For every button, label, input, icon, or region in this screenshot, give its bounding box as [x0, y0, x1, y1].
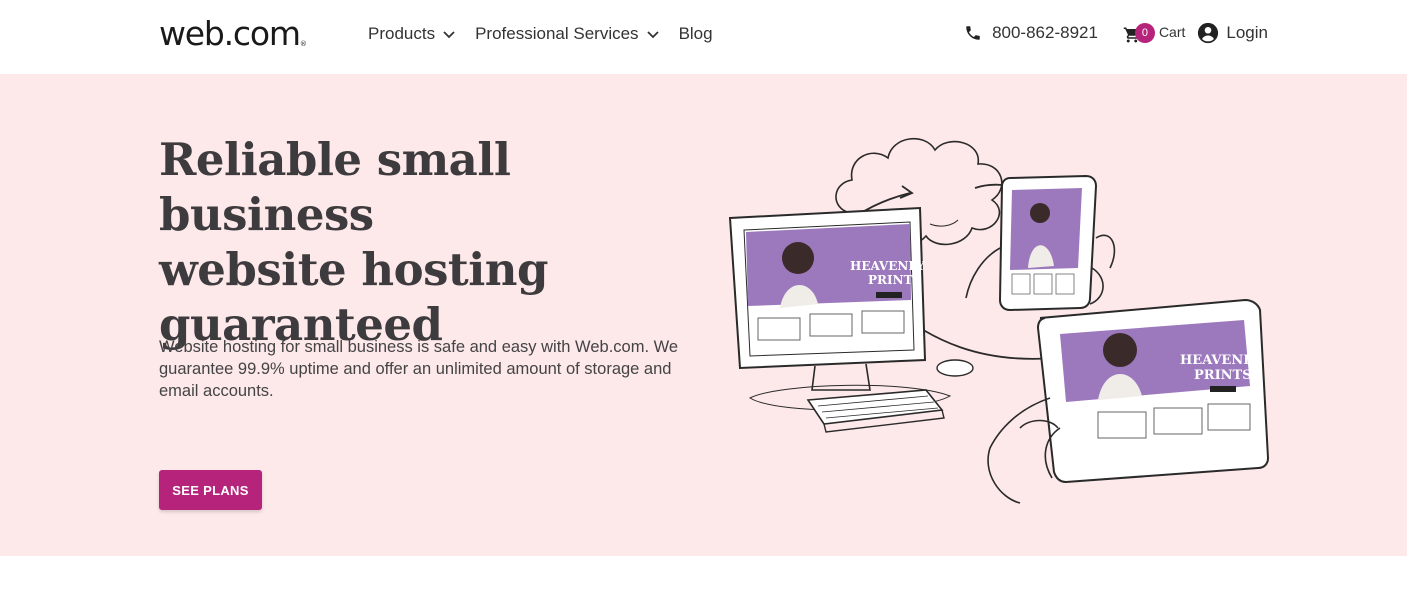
monitor-screen-title-1: HEAVENLY — [850, 259, 925, 273]
tablet-icon: HEAVENLY PRINTS — [987, 298, 1270, 504]
hero-description: Website hosting for small business is sa… — [159, 338, 679, 400]
hero-title: Reliable small business website hosting … — [159, 132, 699, 352]
login-label: Login — [1226, 23, 1268, 42]
nav-blog-label: Blog — [678, 24, 713, 43]
logo-registered-mark: ® — [299, 40, 307, 48]
nav-products[interactable]: Products — [368, 23, 456, 45]
phone-number: 800-862-8921 — [992, 23, 1098, 42]
hero-section: Reliable small business website hosting … — [0, 74, 1407, 556]
nav-professional-services-label: Professional Services — [475, 24, 639, 43]
hero-title-line: Reliable small business — [159, 133, 511, 241]
user-circle-icon — [1198, 22, 1219, 44]
logo[interactable]: web.com® — [159, 14, 307, 54]
cart-label: Cart — [1158, 24, 1186, 40]
nav-blog[interactable]: Blog — [679, 23, 713, 45]
main-nav: Products Professional Services Blog — [368, 23, 732, 45]
chevron-down-icon — [443, 31, 455, 39]
login-link[interactable]: Login — [1197, 22, 1268, 44]
nav-professional-services[interactable]: Professional Services — [475, 23, 659, 45]
mouse-icon — [936, 359, 974, 377]
keyboard-icon — [806, 389, 945, 433]
nav-products-label: Products — [368, 24, 436, 43]
header-actions: 800-862-8921 0 Cart Login — [964, 22, 1268, 44]
chevron-down-icon — [646, 31, 659, 39]
see-plans-button[interactable]: SEE PLANS — [159, 470, 262, 510]
tablet-screen-title-1: HEAVENLY — [1180, 353, 1262, 368]
logo-text: web.com — [159, 14, 301, 53]
hosting-illustration: HEAVENLY PRINTS HEAVENLY PRINTS — [728, 137, 1270, 504]
site-header: web.com® Products Professional Services … — [0, 0, 1407, 74]
desktop-monitor-icon: HEAVENLY PRINTS — [728, 206, 952, 411]
phone-link[interactable]: 800-862-8921 — [964, 23, 1098, 43]
page-below-hero — [0, 556, 1407, 603]
hero-title-line: website hosting — [159, 243, 548, 296]
phone-icon — [966, 26, 980, 40]
cart-count-badge: 0 — [1134, 23, 1155, 43]
cart-link[interactable]: 0 Cart — [1123, 22, 1185, 44]
tablet-screen-title-2: PRINTS — [1194, 368, 1252, 383]
monitor-screen-title-2: PRINTS — [868, 273, 921, 287]
